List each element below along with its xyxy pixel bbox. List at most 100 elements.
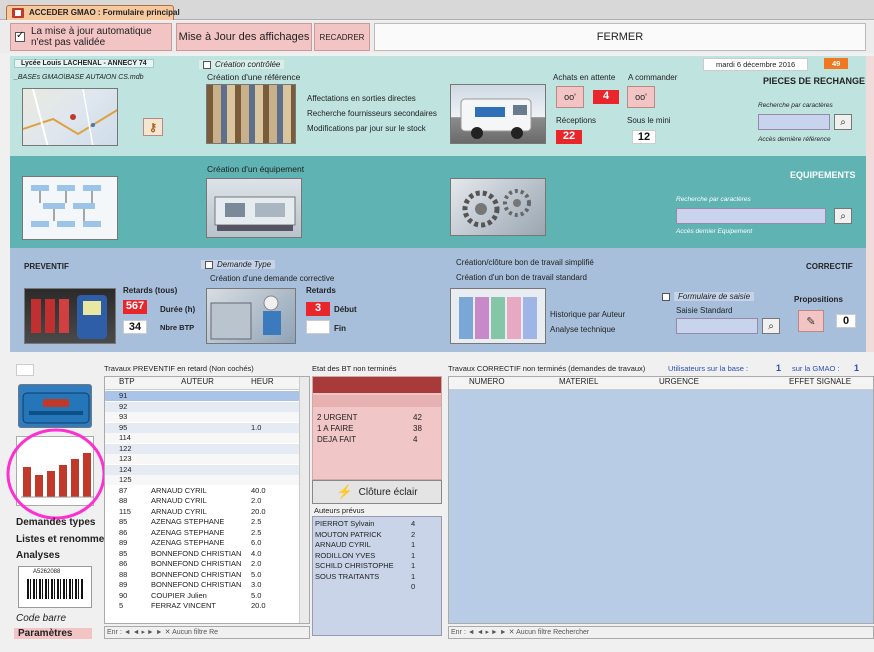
- achats-button[interactable]: oo': [556, 86, 584, 108]
- table-row[interactable]: 85 BONNEFOND CHRISTIAN 4.0: [105, 549, 309, 559]
- table-row[interactable]: 92: [105, 401, 309, 412]
- list-item[interactable]: RODILLON YVES 1: [313, 551, 441, 561]
- table-row[interactable]: 89 AZENAG STEPHANE 6.0: [105, 538, 309, 548]
- table-cell: [151, 465, 245, 475]
- technician-icon: [210, 295, 281, 340]
- sidebar-item-demandes-types[interactable]: Demandes types: [16, 517, 95, 528]
- modifications-link[interactable]: Modifications par jour sur le stock: [307, 124, 426, 133]
- col-numero[interactable]: NUMERO: [469, 377, 529, 387]
- table-row[interactable]: 115 ARNAUD CYRIL 20.0: [105, 507, 309, 517]
- warehouse-image[interactable]: [206, 84, 296, 144]
- saisie-search-button[interactable]: ⌕: [762, 318, 780, 334]
- table-row[interactable]: 91: [105, 391, 309, 401]
- table-row[interactable]: 86 BONNEFOND CHRISTIAN 2.0: [105, 559, 309, 569]
- create-reference-link[interactable]: Création d'une référence: [207, 72, 300, 82]
- list-item[interactable]: SCHILD CHRISTOPHE 1: [313, 561, 441, 571]
- table-row[interactable]: 5 FERRAZ VINCENT 20.0: [105, 601, 309, 611]
- sidebar-item-parametres[interactable]: Paramètres: [14, 628, 92, 639]
- table-row[interactable]: 124: [105, 464, 309, 475]
- last-reference-link[interactable]: Accès dernière référence: [758, 136, 831, 143]
- list-item[interactable]: SOUS TRAITANTS 1: [313, 572, 441, 582]
- table-row[interactable]: 87 ARNAUD CYRIL 40.0: [105, 486, 309, 496]
- map-image[interactable]: [22, 88, 118, 146]
- pieces-search-button[interactable]: ⌕: [834, 114, 852, 130]
- reframe-button[interactable]: RECADRER: [314, 23, 370, 51]
- correctif-nav[interactable]: Enr : ◄ ◄ ▸ ► ► ✕ Aucun filtre Recherche…: [448, 626, 874, 639]
- table-row[interactable]: 95 1.0: [105, 422, 309, 433]
- souslemini-value[interactable]: 12: [632, 130, 656, 144]
- table-row[interactable]: 85 AZENAG STEPHANE 2.5: [105, 517, 309, 527]
- controlled-creation-checkbox[interactable]: Création contrôlée: [199, 60, 285, 69]
- analyse-link[interactable]: Analyse technique: [550, 325, 615, 334]
- list-item[interactable]: PIERROT Sylvain 4: [313, 519, 441, 529]
- list-item[interactable]: 0: [313, 582, 441, 592]
- etat-subheader-bar: [313, 395, 441, 407]
- equip-search-input[interactable]: [676, 208, 826, 224]
- scrollbar[interactable]: [299, 377, 309, 623]
- machine-image[interactable]: [206, 178, 302, 238]
- close-button[interactable]: FERMER: [374, 23, 866, 51]
- auto-update-checkbox[interactable]: La mise à jour automatique n'est pas val…: [10, 23, 172, 51]
- diagram-image[interactable]: [22, 176, 118, 240]
- retards-value[interactable]: 567: [123, 300, 147, 314]
- pieces-search-input[interactable]: [758, 114, 830, 130]
- update-display-button[interactable]: Mise à Jour des affichages: [176, 23, 312, 51]
- fournisseurs-link[interactable]: Recherche fournisseurs secondaires: [307, 109, 437, 118]
- last-equipment-link[interactable]: Accès dernier Equipement: [676, 228, 752, 235]
- list-item[interactable]: MOUTON PATRICK 2: [313, 530, 441, 540]
- table-cell: ARNAUD CYRIL: [151, 485, 207, 495]
- table-row[interactable]: 90 COUPIER Julien 5.0: [105, 591, 309, 601]
- table-row[interactable]: 93: [105, 412, 309, 422]
- propositions-button[interactable]: ✎: [798, 310, 824, 332]
- list-item[interactable]: 1 A FAIRE 38: [313, 424, 441, 434]
- col-auteur[interactable]: AUTEUR: [181, 377, 241, 387]
- key-button[interactable]: ⚷: [143, 118, 163, 136]
- saisie-input[interactable]: [676, 318, 758, 334]
- sidebar-item-code-barre[interactable]: Code barre: [16, 613, 66, 624]
- acommander-button[interactable]: oo': [627, 86, 655, 108]
- col-effet[interactable]: EFFET SIGNALE: [789, 377, 873, 387]
- technician-image[interactable]: [206, 288, 296, 344]
- sidebar-item-listes[interactable]: Listes et renommer: [16, 534, 108, 545]
- electrical-image[interactable]: [24, 288, 116, 344]
- checkbox-icon: [203, 60, 211, 69]
- table-row[interactable]: 122: [105, 443, 309, 454]
- table-row[interactable]: 114: [105, 433, 309, 443]
- list-item[interactable]: DEJA FAIT 4: [313, 435, 441, 445]
- sidebar-item-analyses[interactable]: Analyses: [16, 550, 60, 561]
- table-row[interactable]: 123: [105, 454, 309, 464]
- col-btp[interactable]: BTP: [119, 377, 149, 387]
- col-heur[interactable]: HEUR: [251, 377, 291, 387]
- affectations-link[interactable]: Affectations en sorties directes: [307, 94, 416, 103]
- table-row[interactable]: 86 AZENAG STEPHANE 2.5: [105, 528, 309, 538]
- col-urgence[interactable]: URGENCE: [659, 377, 719, 387]
- table-row[interactable]: 89 BONNEFOND CHRISTIAN 3.0: [105, 580, 309, 590]
- cloture-button[interactable]: ⚡ Clôture éclair: [312, 480, 442, 504]
- preventif-nav[interactable]: Enr : ◄ ◄ ▸ ► ► ✕ Aucun filtre Re: [104, 626, 310, 639]
- checkbox-icon: [662, 292, 670, 301]
- table-cell: FERRAZ VINCENT: [151, 601, 217, 610]
- receptions-value[interactable]: 22: [556, 130, 582, 144]
- van-image[interactable]: [450, 84, 546, 144]
- tab-main-form[interactable]: ACCEDER GMAO : Formulaire principal: [6, 5, 180, 20]
- list-item[interactable]: ARNAUD CYRIL 1: [313, 540, 441, 550]
- col-materiel[interactable]: MATERIEL: [559, 377, 639, 387]
- table-row[interactable]: 88 BONNEFOND CHRISTIAN 5.0: [105, 570, 309, 580]
- table-row[interactable]: 88 ARNAUD CYRIL 2.0: [105, 496, 309, 506]
- historique-link[interactable]: Historique par Auteur: [550, 310, 625, 319]
- gears-image[interactable]: [450, 178, 546, 236]
- create-corrective-link[interactable]: Création d'une demande corrective: [210, 274, 334, 283]
- table-cell: [251, 465, 291, 475]
- toolbox-image[interactable]: [18, 384, 92, 428]
- retards2-value[interactable]: 3: [306, 302, 330, 316]
- barcode-image[interactable]: A5262088: [18, 566, 92, 608]
- demande-type-checkbox[interactable]: Demande Type: [201, 260, 276, 269]
- list-item[interactable]: 2 URGENT 42: [313, 413, 441, 423]
- table-row[interactable]: 125: [105, 475, 309, 485]
- equip-search-button[interactable]: ⌕: [834, 208, 852, 224]
- binders-image[interactable]: [450, 288, 546, 344]
- bt-standard-link[interactable]: Création d'un bon de travail standard: [456, 273, 587, 282]
- bt-simplifie-link[interactable]: Création/clôture bon de travail simplifi…: [456, 258, 594, 267]
- formulaire-checkbox[interactable]: Formulaire de saisie: [662, 292, 755, 301]
- create-equipment-link[interactable]: Création d'un équipement: [207, 164, 304, 174]
